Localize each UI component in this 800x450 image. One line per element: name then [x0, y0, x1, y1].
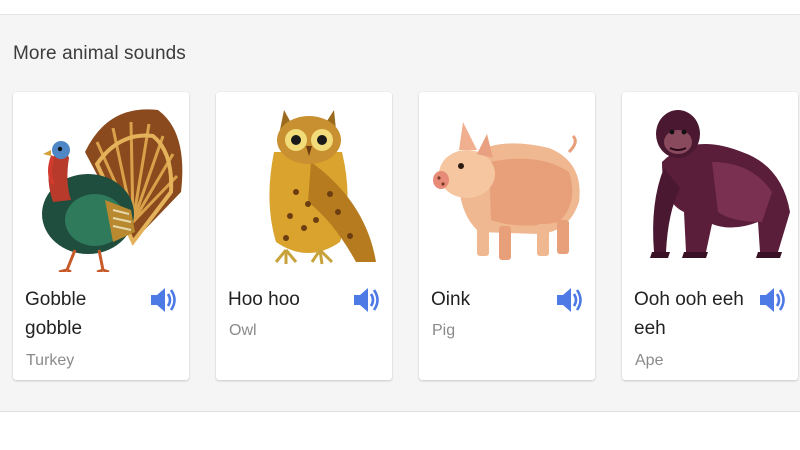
speaker-icon[interactable]	[147, 285, 179, 315]
animal-name: Turkey	[26, 352, 75, 369]
animal-sound-text: Hoo hoo	[228, 289, 300, 310]
section-title: More animal sounds	[13, 43, 186, 64]
animal-card-owl[interactable]: Hoo hoo Owl	[216, 92, 392, 380]
animal-sound-text: Oink	[431, 289, 471, 310]
pig-illustration	[433, 122, 580, 260]
animal-name: Pig	[432, 322, 456, 339]
ape-illustration	[650, 110, 790, 258]
animal-card-turkey[interactable]: Gobble gobble Turkey	[13, 92, 189, 380]
animal-sounds-panel: More animal sounds Gobble gobble Turkey …	[0, 14, 800, 412]
speaker-icon[interactable]	[756, 285, 788, 315]
turkey-illustration	[42, 109, 183, 272]
animal-card-pig[interactable]: Oink Pig	[419, 92, 595, 380]
animal-name: Owl	[229, 322, 257, 339]
speaker-icon[interactable]	[553, 285, 585, 315]
speaker-icon[interactable]	[350, 285, 382, 315]
animal-name: Ape	[635, 352, 664, 369]
animal-sound-text: Gobble gobble	[25, 289, 87, 339]
owl-illustration	[269, 110, 376, 265]
animal-sound-text: Ooh ooh eeh eeh	[634, 289, 744, 339]
animal-card-ape[interactable]: Ooh ooh eeh eeh Ape	[622, 92, 798, 380]
